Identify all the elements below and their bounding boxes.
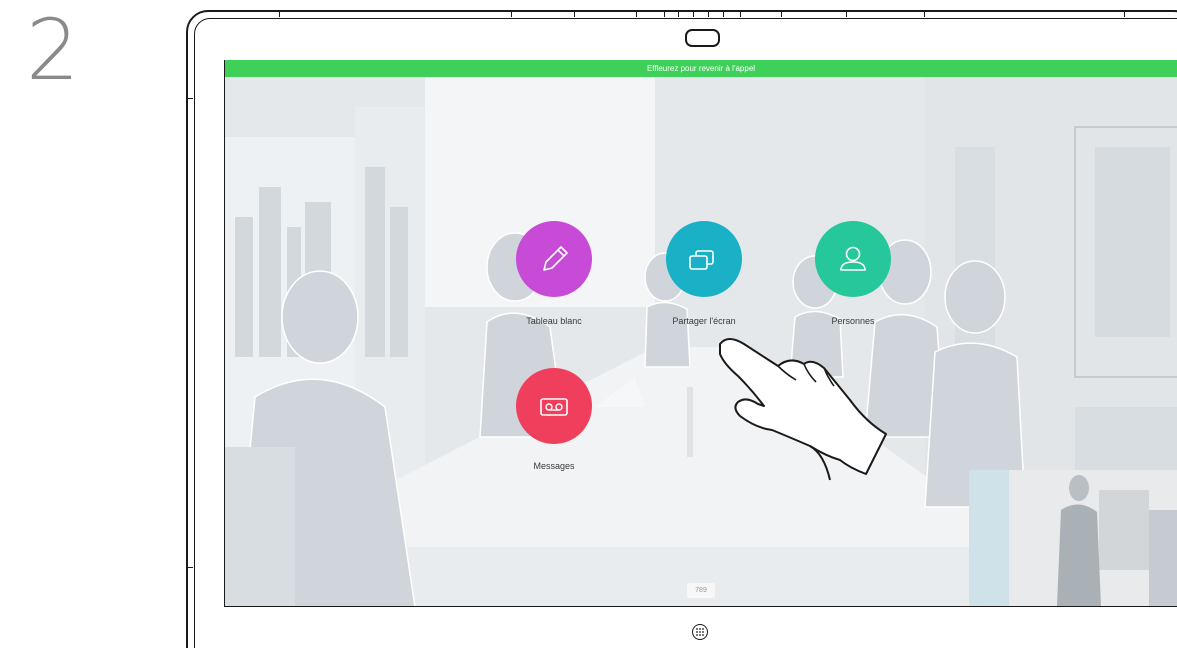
frame-mark — [186, 567, 193, 568]
pointing-hand-icon — [719, 338, 887, 481]
frame-tick — [693, 11, 694, 17]
self-view-image — [969, 470, 1177, 606]
whiteboard-label: Tableau blanc — [526, 316, 582, 326]
people-button[interactable] — [815, 221, 891, 297]
messages-button[interactable] — [516, 368, 592, 444]
whiteboard-button[interactable] — [516, 221, 592, 297]
return-to-call-banner[interactable]: Effleurez pour revenir à l'appel — [225, 60, 1177, 77]
self-view[interactable] — [969, 470, 1177, 606]
frame-tick — [678, 11, 679, 17]
frame-tick — [781, 11, 782, 17]
frame-tick — [846, 11, 847, 17]
share-screen-button[interactable] — [666, 221, 742, 297]
banner-text: Effleurez pour revenir à l'appel — [646, 64, 756, 73]
frame-tick — [636, 11, 637, 17]
frame-tick — [708, 11, 709, 17]
person-icon — [840, 246, 866, 271]
share-screen-icon — [689, 250, 714, 270]
frame-tick — [574, 11, 575, 17]
step-number: 2 — [26, 1, 80, 99]
frame-tick — [740, 11, 741, 17]
frame-tick — [723, 11, 724, 17]
frame-tick — [279, 11, 280, 17]
frame-tick — [1124, 11, 1125, 17]
camera-icon — [685, 29, 720, 47]
number-badge: 789 — [687, 583, 715, 598]
share-screen-label: Partager l'écran — [672, 316, 736, 326]
frame-tick — [511, 11, 512, 17]
frame-tick — [924, 11, 925, 17]
pencil-icon — [543, 246, 568, 271]
frame-tick — [664, 11, 665, 17]
instruction-illustration: 2 Effleurez pour revenir à l'appel Table… — [0, 0, 1177, 648]
people-label: Personnes — [831, 316, 875, 326]
messages-label: Messages — [533, 461, 575, 471]
home-grid-icon[interactable] — [692, 624, 708, 640]
frame-mark — [186, 98, 193, 99]
voicemail-icon — [540, 398, 568, 416]
